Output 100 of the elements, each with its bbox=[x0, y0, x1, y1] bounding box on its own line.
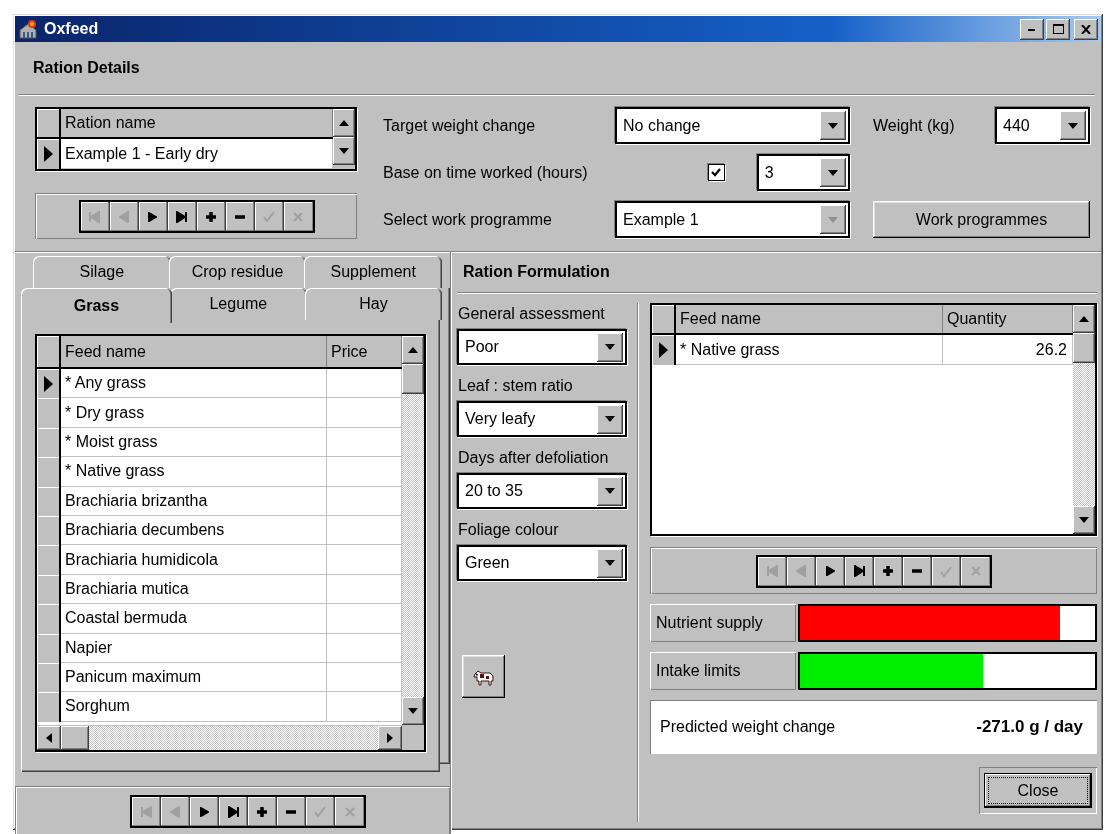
delete-record-button[interactable] bbox=[903, 556, 932, 586]
tab[interactable]: Crop residue bbox=[168, 256, 307, 288]
row-indicator[interactable] bbox=[37, 515, 61, 546]
tab[interactable]: Supplement bbox=[304, 256, 442, 288]
scrollbar[interactable] bbox=[1073, 305, 1095, 534]
scroll-thumb[interactable] bbox=[402, 364, 424, 394]
caret-icon bbox=[605, 560, 615, 566]
weight-change-dropdown[interactable]: No change bbox=[615, 107, 850, 144]
last-record-button[interactable] bbox=[845, 556, 874, 586]
last-record-button[interactable] bbox=[219, 797, 248, 826]
scroll-down-button[interactable] bbox=[333, 137, 355, 165]
close-button[interactable] bbox=[1074, 18, 1098, 40]
dropdown-button[interactable] bbox=[597, 404, 623, 434]
tab[interactable]: Grass bbox=[21, 288, 172, 323]
caret-icon bbox=[387, 733, 393, 743]
skip-first-icon bbox=[89, 210, 100, 223]
row-indicator[interactable] bbox=[37, 604, 61, 634]
weight-dropdown[interactable]: 440 bbox=[995, 107, 1090, 144]
delete-record-button[interactable] bbox=[277, 797, 306, 826]
dropdown-button[interactable] bbox=[820, 111, 846, 140]
insert-record-button[interactable] bbox=[248, 797, 277, 826]
scrollbar-corner bbox=[402, 726, 424, 750]
tab[interactable]: Silage bbox=[33, 256, 171, 288]
insert-record-button[interactable] bbox=[196, 202, 226, 231]
check-icon bbox=[262, 211, 275, 222]
row-indicator[interactable] bbox=[37, 139, 61, 169]
dropdown-button[interactable] bbox=[597, 332, 623, 362]
feed-grid[interactable]: Feed name Price * Any grass * Dry grass * Moist grass * Native grass Brachiaria brizantha Brachiaria decumbens Brachiaria humidicola Brachiaria mutica Coastal bermuda Napier Panicum maximum Sorghum bbox=[35, 334, 426, 752]
dropdown-button[interactable] bbox=[1060, 111, 1086, 140]
next-record-button[interactable] bbox=[138, 202, 168, 231]
column-header[interactable]: Feed name bbox=[61, 336, 327, 367]
assessment-dropdown[interactable]: Green bbox=[457, 545, 627, 581]
scroll-up-button[interactable] bbox=[333, 109, 355, 137]
delete-record-button[interactable] bbox=[225, 202, 255, 231]
row-indicator[interactable] bbox=[37, 369, 61, 399]
caret-icon bbox=[1079, 316, 1089, 322]
scroll-down-button[interactable] bbox=[1073, 506, 1095, 534]
maximize-button[interactable] bbox=[1046, 18, 1070, 40]
dropdown-button[interactable] bbox=[820, 158, 846, 187]
row-indicator[interactable] bbox=[37, 427, 61, 458]
row-indicator[interactable] bbox=[37, 692, 61, 722]
left-triangle-icon bbox=[118, 210, 129, 223]
ration-grid[interactable]: Ration name Example 1 - Early dry bbox=[35, 107, 357, 171]
dropdown-button[interactable] bbox=[597, 548, 623, 578]
row-indicator[interactable] bbox=[37, 486, 61, 516]
row-indicator[interactable] bbox=[37, 662, 61, 693]
scroll-down-button[interactable] bbox=[402, 697, 424, 725]
skip-last-icon bbox=[176, 210, 187, 223]
table-cell: Brachiaria decumbens bbox=[61, 515, 327, 546]
scroll-thumb[interactable] bbox=[1073, 333, 1095, 363]
cow-button[interactable] bbox=[462, 655, 505, 698]
checkbox[interactable] bbox=[708, 164, 725, 181]
close-dialog-button[interactable]: Close bbox=[985, 774, 1091, 807]
scroll-up-button[interactable] bbox=[1073, 305, 1095, 333]
work-programmes-button[interactable]: Work programmes bbox=[873, 201, 1090, 238]
scrollbar[interactable] bbox=[333, 109, 355, 169]
row-indicator[interactable] bbox=[37, 398, 61, 428]
scroll-up-button[interactable] bbox=[402, 336, 424, 364]
skip-last-icon bbox=[227, 805, 239, 818]
close-icon bbox=[1081, 24, 1091, 34]
field-label: General assessment bbox=[458, 305, 606, 323]
dropdown-button[interactable] bbox=[597, 476, 623, 506]
current-row-icon bbox=[43, 146, 53, 162]
next-record-button[interactable] bbox=[190, 797, 219, 826]
ration-feed-grid[interactable]: Feed name Quantity * Native grass 26.2 bbox=[650, 303, 1097, 536]
hours-dropdown[interactable]: 3 bbox=[756, 154, 850, 191]
scroll-thumb[interactable] bbox=[61, 726, 89, 750]
left-triangle-icon bbox=[796, 565, 806, 577]
next-record-button[interactable] bbox=[816, 556, 845, 586]
scrollbar[interactable] bbox=[402, 336, 424, 725]
minimize-button[interactable] bbox=[1020, 18, 1044, 40]
skip-last-icon bbox=[853, 565, 865, 577]
assessment-dropdown[interactable]: 20 to 35 bbox=[457, 473, 627, 509]
last-record-button[interactable] bbox=[167, 202, 197, 231]
column-header[interactable]: Feed name bbox=[676, 305, 943, 333]
caret-icon bbox=[408, 347, 418, 353]
caret-icon bbox=[605, 416, 615, 422]
field-label: Weight (kg) bbox=[873, 116, 956, 135]
table-cell: Coastal bermuda bbox=[61, 604, 327, 634]
tab[interactable]: Hay bbox=[304, 288, 442, 320]
field-label: Target weight change bbox=[383, 116, 537, 135]
scrollbar[interactable] bbox=[37, 725, 424, 750]
current-row-icon bbox=[43, 375, 53, 392]
assessment-dropdown[interactable]: Poor bbox=[457, 329, 627, 365]
scroll-right-button[interactable] bbox=[378, 726, 402, 750]
row-indicator[interactable] bbox=[37, 457, 61, 487]
insert-record-button[interactable] bbox=[874, 556, 903, 586]
row-indicator[interactable] bbox=[37, 633, 61, 663]
cross-icon bbox=[970, 566, 981, 576]
check-icon bbox=[940, 565, 952, 577]
table-cell: Brachiaria mutica bbox=[61, 574, 327, 605]
result-value: -271.0 g / day bbox=[976, 717, 1083, 737]
caret-icon bbox=[828, 169, 838, 176]
row-indicator[interactable] bbox=[37, 545, 61, 575]
cross-icon bbox=[293, 211, 303, 222]
scroll-left-button[interactable] bbox=[37, 726, 61, 750]
row-indicator[interactable] bbox=[37, 574, 61, 605]
assessment-dropdown[interactable]: Very leafy bbox=[457, 401, 627, 437]
caret-icon bbox=[605, 488, 615, 494]
row-indicator[interactable] bbox=[652, 335, 676, 365]
